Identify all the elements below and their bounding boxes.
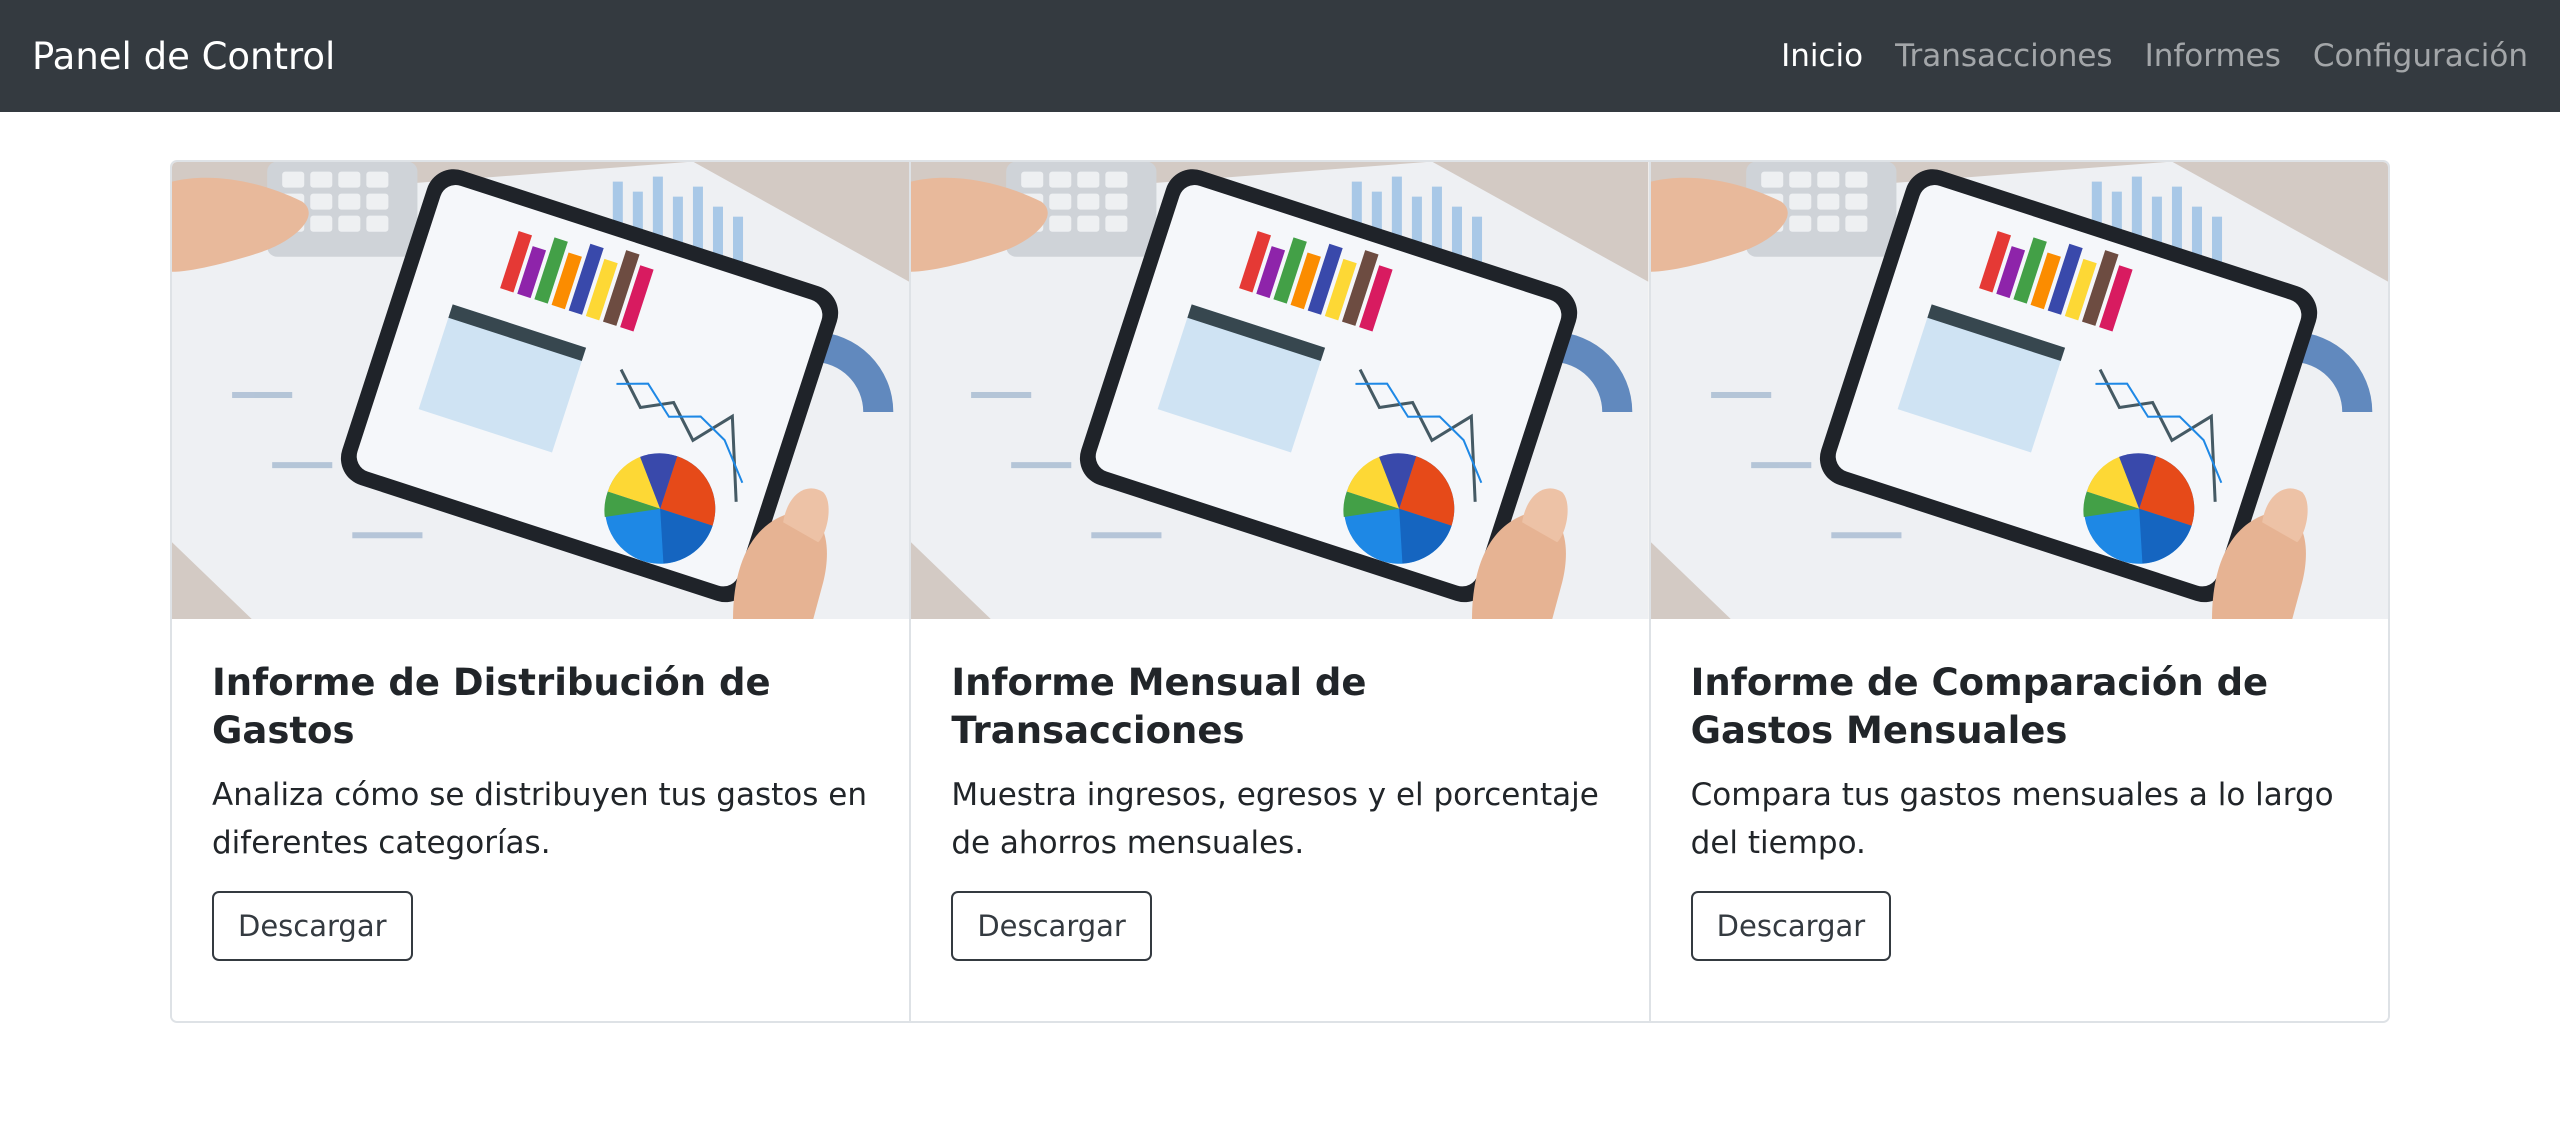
card-text: Compara tus gastos mensuales a lo largo … [1690,777,2334,861]
nav-link-transacciones[interactable]: Transacciones [1895,38,2112,74]
card-image-financial-analysis [911,162,1649,619]
card-body: Informe de Distribución de Gastos Analiz… [172,619,909,1001]
card-image-financial-analysis [172,162,910,619]
card-title: Informe de Distribución de Gastos [212,661,771,752]
card-body: Informe Mensual de Transacciones Muestra… [911,619,1648,1001]
download-button[interactable]: Descargar [212,891,413,961]
card-text: Muestra ingresos, egresos y el porcentaj… [951,777,1599,861]
report-card-group: Informe de Distribución de Gastos Analiz… [170,160,2390,1023]
report-card-transacciones: Informe Mensual de Transacciones Muestra… [911,162,1651,1021]
nav-links: Inicio Transacciones Informes Configurac… [1781,38,2528,74]
navbar-brand[interactable]: Panel de Control [32,35,335,78]
nav-link-configuracion[interactable]: Configuración [2313,38,2528,74]
download-button[interactable]: Descargar [1690,891,1892,961]
nav-link-informes[interactable]: Informes [2145,38,2281,74]
card-text: Analiza cómo se distribuyen tus gastos e… [212,777,867,861]
top-navbar: Panel de Control Inicio Transacciones In… [0,0,2560,112]
card-image-financial-analysis [1650,162,2388,619]
nav-link-inicio[interactable]: Inicio [1781,38,1863,74]
report-card-comparacion: Informe de Comparación de Gastos Mensual… [1650,162,2388,1021]
card-title: Informe Mensual de Transacciones [951,661,1367,752]
download-button[interactable]: Descargar [951,891,1152,961]
card-body: Informe de Comparación de Gastos Mensual… [1651,619,2388,1001]
card-title: Informe de Comparación de Gastos Mensual… [1690,661,2269,752]
report-card-gastos: Informe de Distribución de Gastos Analiz… [172,162,912,1021]
